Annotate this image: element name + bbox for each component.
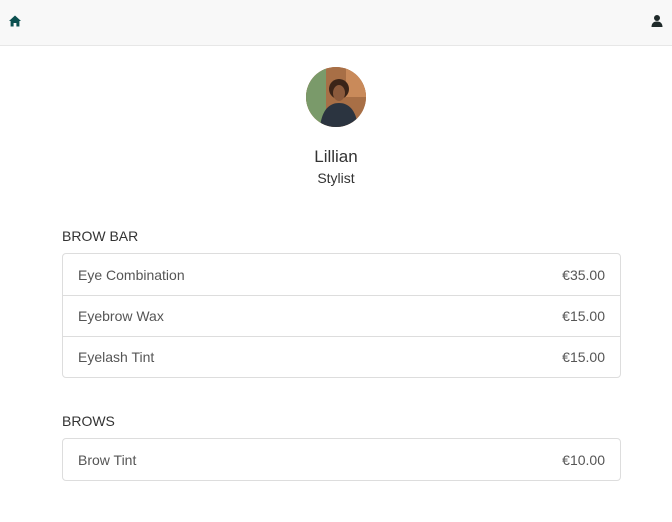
stylist-role: Stylist [317, 170, 355, 186]
service-price: €35.00 [562, 266, 605, 283]
service-name: Eye Combination [78, 266, 185, 283]
service-name: Eyebrow Wax [78, 308, 164, 324]
home-icon[interactable] [8, 14, 22, 28]
service-row[interactable]: Eye Combination €35.00 [63, 254, 620, 295]
user-icon[interactable] [650, 14, 664, 28]
service-price: €15.00 [562, 308, 605, 324]
service-price: €15.00 [562, 349, 605, 365]
service-row[interactable]: Eyelash Tint €15.00 [63, 336, 620, 377]
top-navbar [0, 0, 672, 46]
stylist-name: Lillian [314, 147, 358, 166]
service-price: €10.00 [562, 451, 605, 468]
service-list-brow-bar: Eye Combination €35.00 Eyebrow Wax €15.0… [62, 253, 621, 378]
section-title-brow-bar: BROW BAR [62, 228, 139, 244]
service-list-brows: Brow Tint €10.00 [62, 438, 621, 481]
service-name: Brow Tint [78, 451, 137, 468]
stylist-profile: Lillian Stylist [0, 67, 672, 186]
service-row[interactable]: Brow Tint €10.00 [63, 439, 620, 480]
service-name: Eyelash Tint [78, 349, 155, 365]
section-title-brows: BROWS [62, 413, 115, 429]
service-row[interactable]: Eyebrow Wax €15.00 [63, 295, 620, 336]
avatar[interactable] [306, 67, 366, 127]
